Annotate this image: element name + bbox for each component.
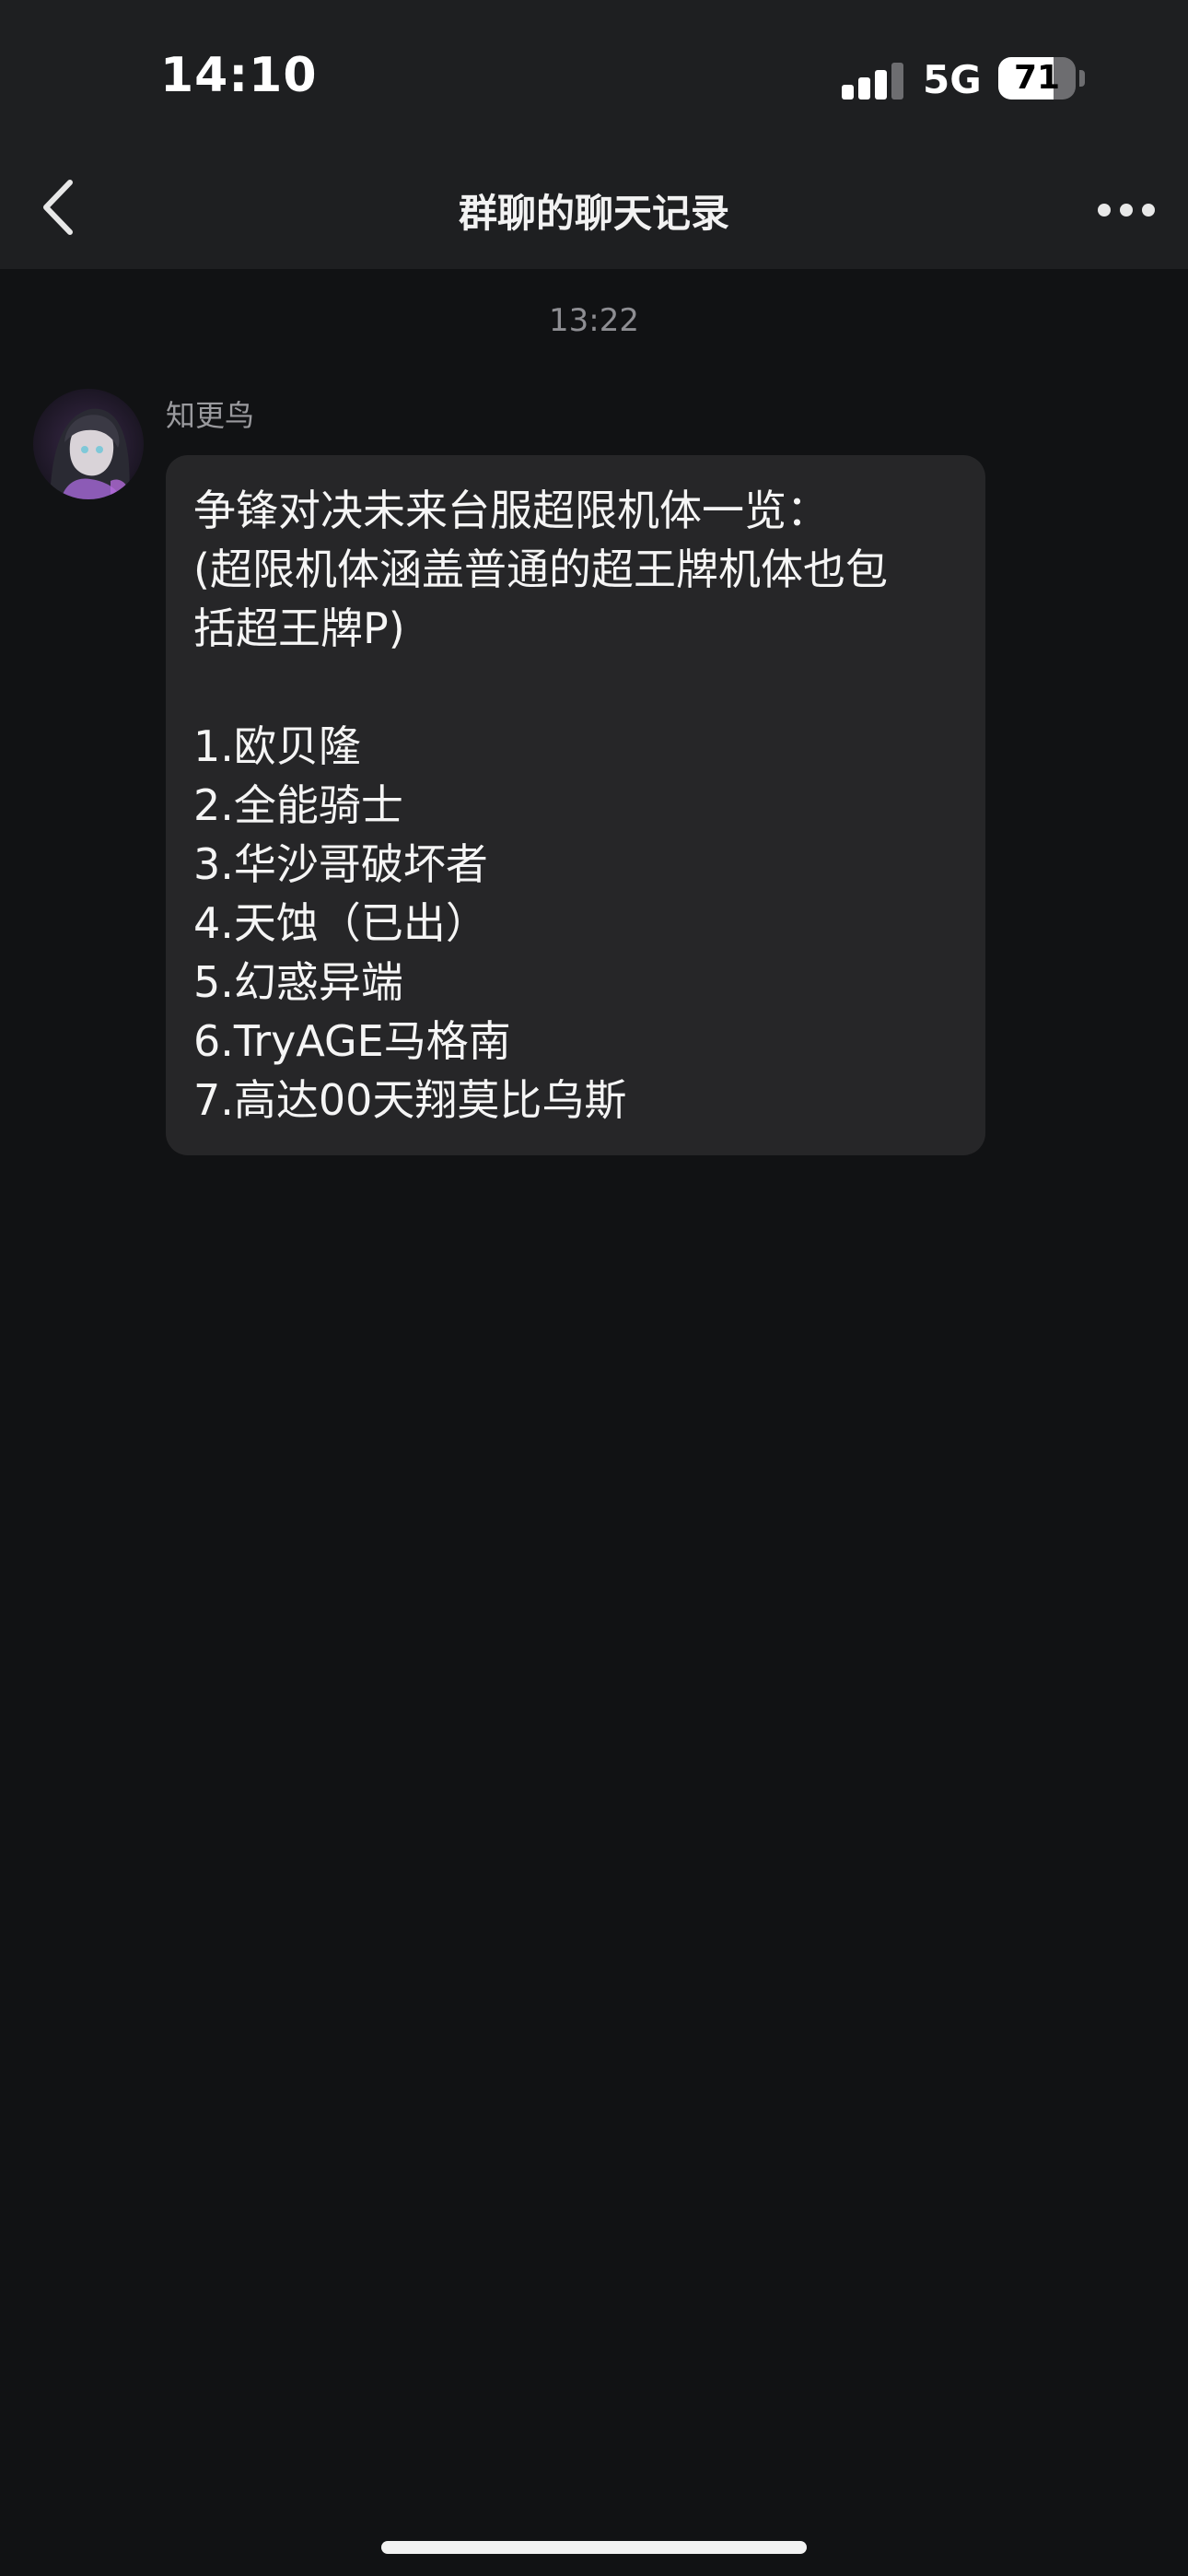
page-title: 群聊的聊天记录 bbox=[458, 191, 729, 236]
message-line: 争锋对决未来台服超限机体一览： bbox=[193, 486, 829, 535]
message-line: 2.全能骑士 bbox=[193, 780, 403, 830]
status-time: 14:10 bbox=[160, 48, 318, 103]
message-timestamp: 13:22 bbox=[549, 302, 639, 339]
more-options-button[interactable] bbox=[1098, 201, 1157, 219]
cellular-signal-icon bbox=[842, 63, 904, 100]
avatar-image bbox=[33, 389, 144, 499]
battery-level: 71 bbox=[1013, 59, 1061, 97]
message-line: 5.幻惑异端 bbox=[193, 957, 403, 1007]
network-type: 5G bbox=[923, 57, 982, 102]
message-line: 6.TryAGE马格南 bbox=[193, 1016, 511, 1066]
message-line: 3.华沙哥破坏者 bbox=[193, 839, 488, 889]
message-line: 4.天蚀（已出） bbox=[193, 898, 488, 948]
ellipsis-icon bbox=[1098, 204, 1111, 217]
message-line bbox=[193, 658, 958, 717]
sender-name: 知更鸟 bbox=[166, 398, 255, 433]
message-line: 1.欧贝隆 bbox=[193, 721, 361, 771]
avatar[interactable] bbox=[33, 389, 144, 499]
home-indicator[interactable] bbox=[381, 2541, 807, 2554]
message-line: 7.高达00天翔莫比乌斯 bbox=[193, 1075, 627, 1125]
battery-icon: 71 bbox=[998, 57, 1076, 100]
message-line: 括超王牌P) bbox=[193, 603, 405, 653]
message-line: (超限机体涵盖普通的超王牌机体也包 bbox=[193, 544, 888, 594]
battery-tip bbox=[1079, 70, 1085, 87]
message-bubble[interactable]: 争锋对决未来台服超限机体一览： (超限机体涵盖普通的超王牌机体也包 括超王牌P)… bbox=[166, 455, 985, 1155]
top-bar: 14:10 5G 71 群聊的聊天记录 bbox=[0, 0, 1188, 269]
